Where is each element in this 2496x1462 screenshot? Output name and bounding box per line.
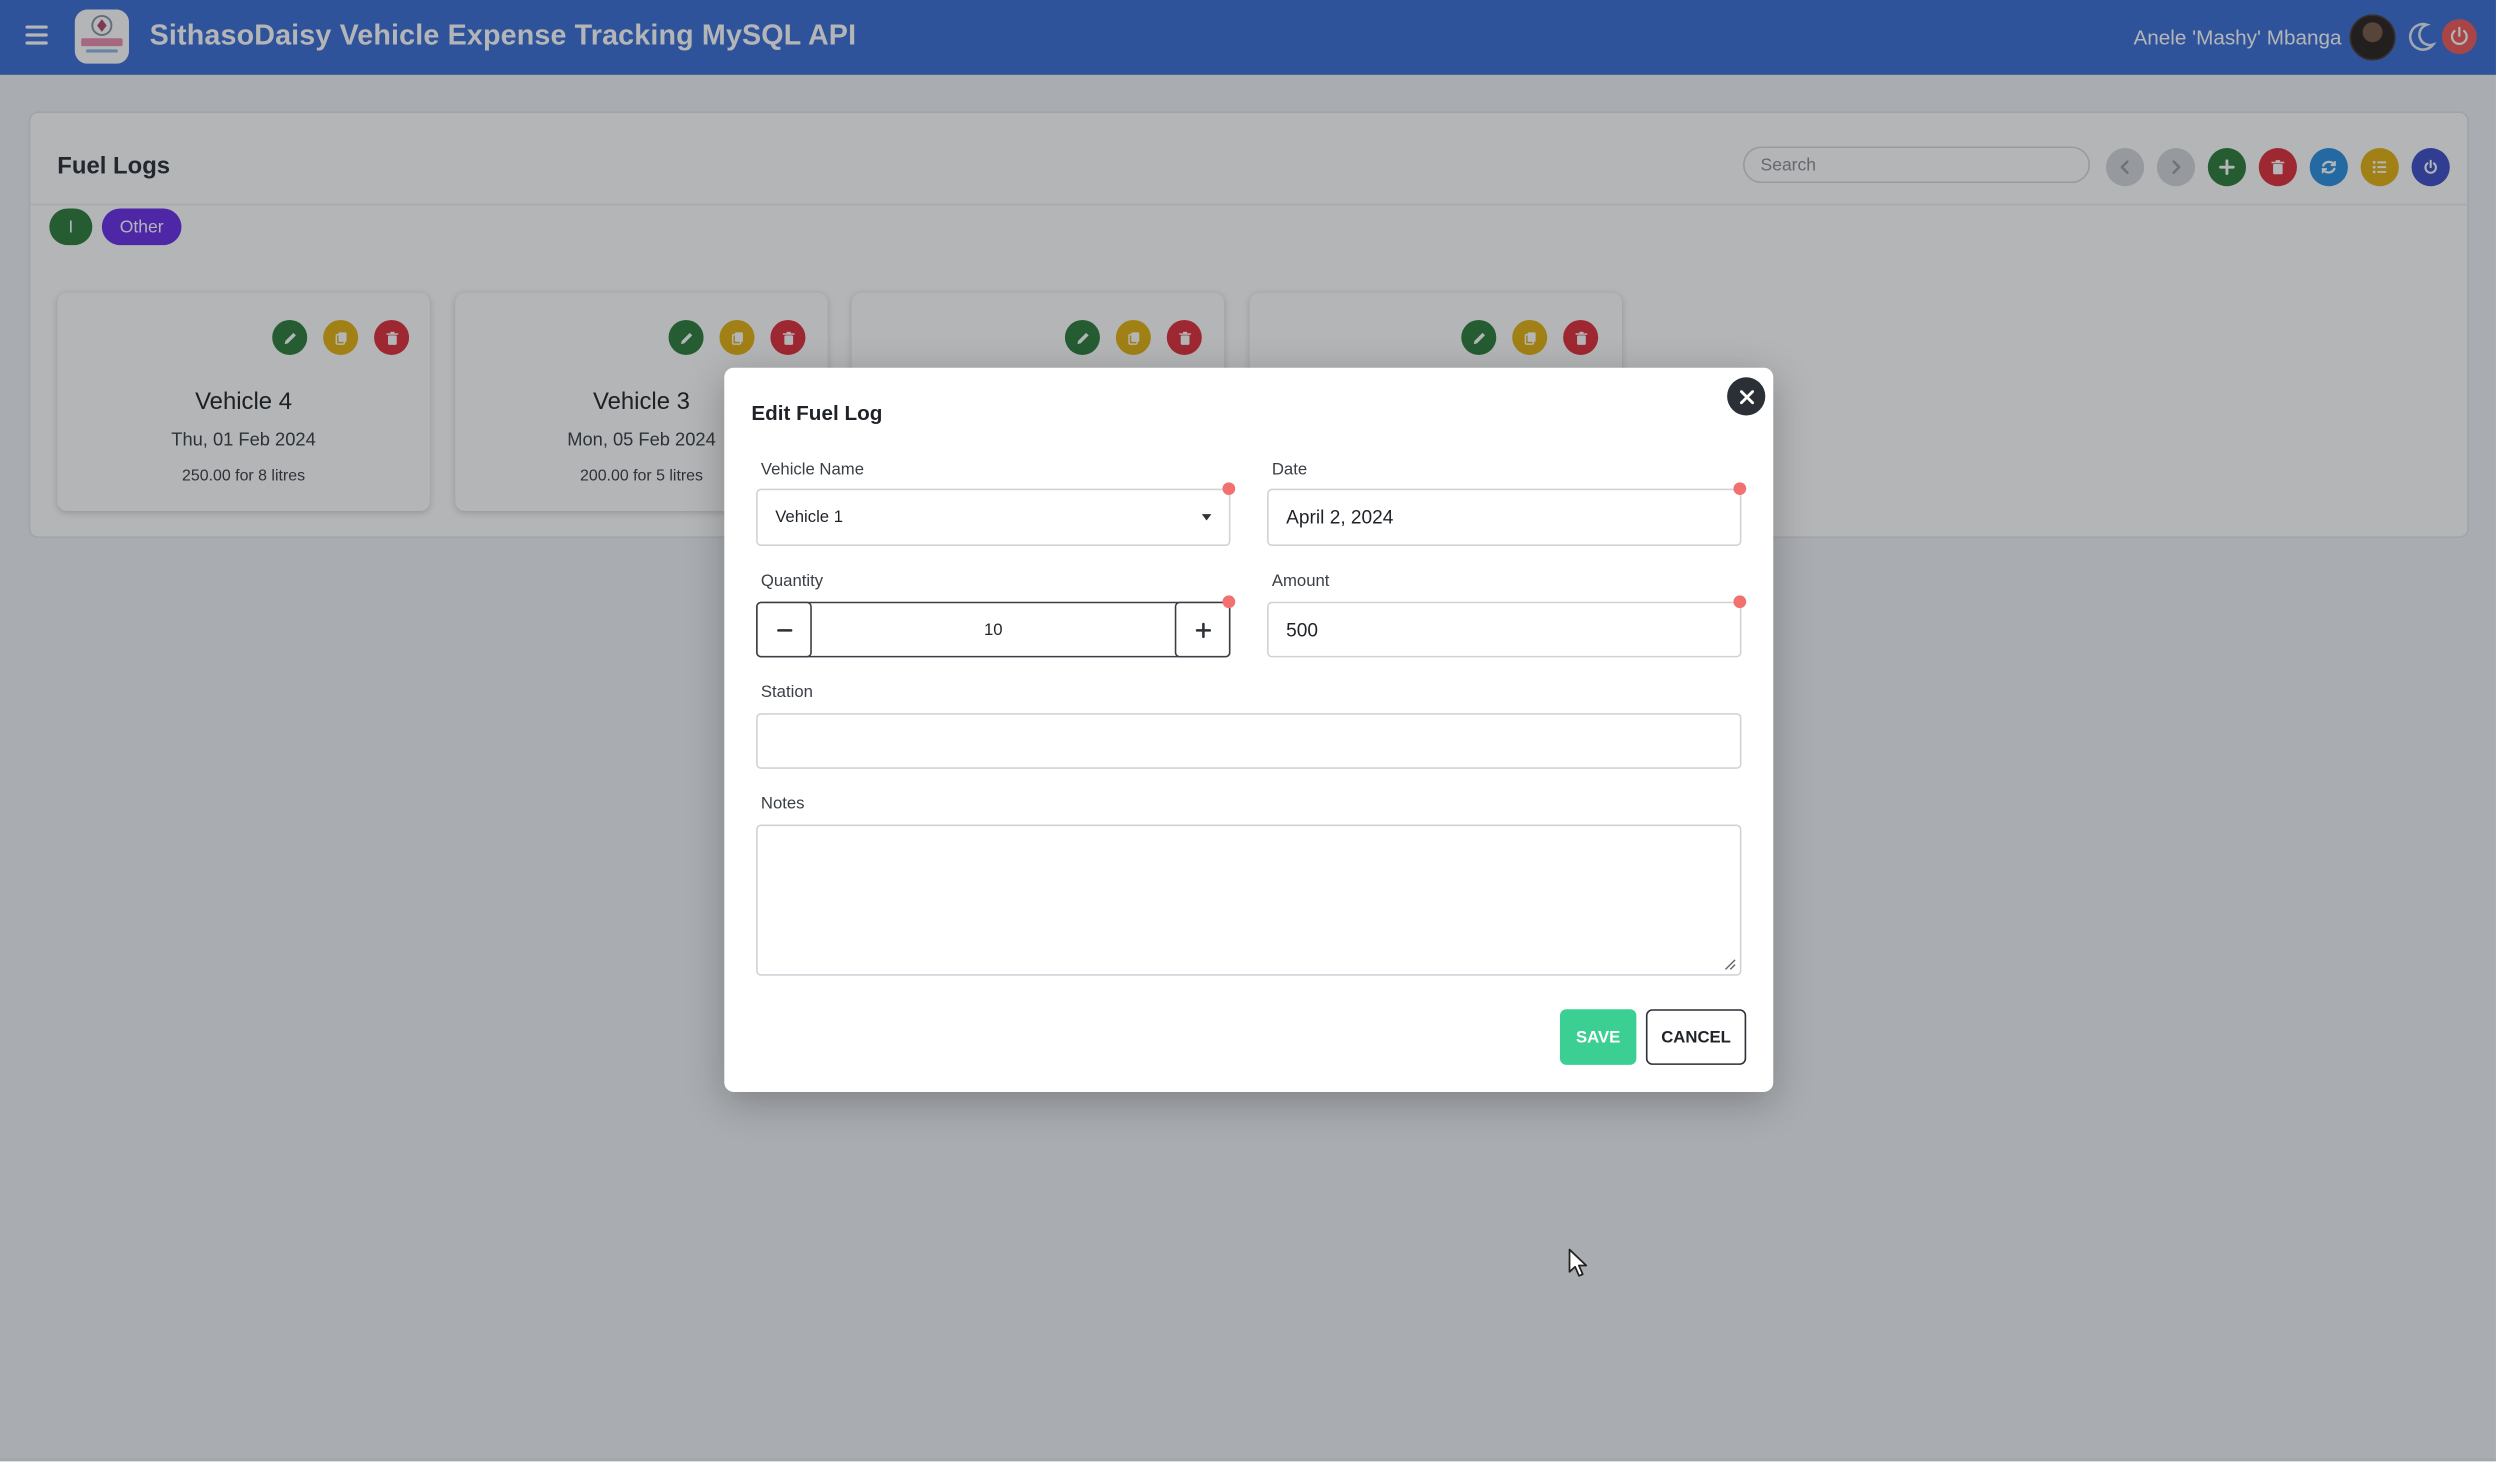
- mouse-cursor-icon: [1568, 1248, 1588, 1277]
- required-indicator: [1733, 482, 1747, 496]
- vehicle-name-select[interactable]: Vehicle 1: [756, 488, 1231, 546]
- amount-value: 500: [1286, 619, 1319, 642]
- increment-button[interactable]: [1174, 601, 1231, 658]
- edit-fuel-log-dialog: Edit Fuel Log Vehicle Name Vehicle 1 Dat…: [724, 367, 1774, 1092]
- close-button[interactable]: [1727, 377, 1766, 416]
- quantity-stepper[interactable]: 10: [756, 601, 1231, 658]
- plus-icon: [1194, 621, 1211, 638]
- resize-grip-icon[interactable]: [1724, 958, 1737, 971]
- vehicle-name-value: Vehicle 1: [775, 507, 844, 527]
- minus-icon: [776, 628, 792, 631]
- date-label: Date: [1271, 460, 1308, 480]
- amount-input[interactable]: 500: [1267, 601, 1742, 658]
- required-indicator: [1733, 595, 1747, 609]
- station-label: Station: [760, 682, 813, 702]
- required-indicator: [1222, 482, 1236, 496]
- notes-textarea[interactable]: [756, 824, 1742, 976]
- save-button[interactable]: SAVE: [1559, 1009, 1637, 1065]
- required-indicator: [1222, 595, 1236, 609]
- dialog-title: Edit Fuel Log: [751, 401, 883, 426]
- date-input[interactable]: April 2, 2024: [1267, 488, 1742, 546]
- cancel-button[interactable]: CANCEL: [1645, 1009, 1747, 1065]
- date-value: April 2, 2024: [1286, 506, 1394, 529]
- amount-label: Amount: [1271, 571, 1330, 591]
- app-root: SithasoDaisy Vehicle Expense Tracking My…: [0, 0, 2496, 1462]
- quantity-value: 10: [983, 620, 1003, 640]
- decrement-button[interactable]: [756, 601, 812, 658]
- close-icon: [1739, 389, 1754, 404]
- caret-down-icon: [1201, 514, 1212, 521]
- station-input[interactable]: [756, 713, 1742, 769]
- quantity-label: Quantity: [760, 571, 824, 591]
- vehicle-name-label: Vehicle Name: [760, 460, 865, 480]
- notes-label: Notes: [760, 794, 805, 814]
